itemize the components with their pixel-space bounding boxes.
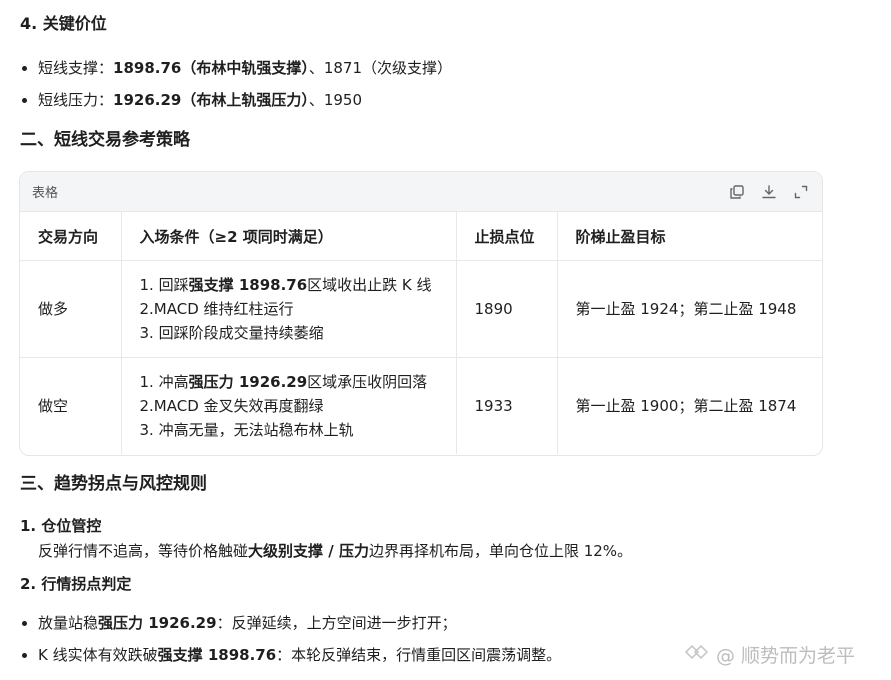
cell-take-profit: 第一止盈 1924；第二止盈 1948 bbox=[557, 260, 822, 358]
cell-conditions: 1. 冲高强压力 1926.29区域承压收阴回落 2.MACD 金叉失效再度翻绿… bbox=[121, 357, 457, 454]
body-emphasis: 大级别支撑 / 压力 bbox=[248, 542, 369, 560]
page: 4. 关键价位 短线支撑：1898.76（布林中轨强支撑）、1871（次级支撑）… bbox=[0, 0, 891, 680]
download-icon[interactable] bbox=[760, 183, 778, 201]
bullet-key-level: 强支撑 1898.76 bbox=[157, 646, 277, 664]
ordered-item-turning-point: 2. 行情拐点判定 bbox=[20, 572, 131, 596]
condition-line: 3. 冲高无量，无法站稳布林上轨 bbox=[139, 421, 354, 439]
strategy-table: 交易方向 入场条件（≥2 项同时满足） 止损点位 阶梯止盈目标 做多 1. 回踩… bbox=[20, 212, 822, 454]
bullet-text: ：反弹延续，上方空间进一步打开； bbox=[216, 614, 457, 632]
condition-key-level: 强压力 1926.29 bbox=[188, 373, 308, 391]
cell-direction: 做空 bbox=[20, 357, 122, 454]
table-toolbar bbox=[728, 183, 810, 201]
item-title: 1. 仓位管控 bbox=[20, 517, 102, 535]
bullet-text: ：本轮反弹结束，行情重回区间震荡调整。 bbox=[276, 646, 562, 664]
ordered-item-position-control: 1. 仓位管控 反弹行情不追高，等待价格触碰大级别支撑 / 压力边界再择机布局，… bbox=[20, 514, 632, 564]
condition-line: 3. 回踩阶段成交量持续萎缩 bbox=[139, 324, 324, 342]
bullet-key-level: 强压力 1926.29 bbox=[98, 614, 217, 632]
support-main: 1898.76（布林中轨强支撑） bbox=[113, 59, 309, 77]
header-take-profit: 阶梯止盈目标 bbox=[557, 212, 822, 261]
header-direction: 交易方向 bbox=[20, 212, 122, 261]
section-title-strategy: 二、短线交易参考策略 bbox=[20, 130, 190, 150]
watermark: @ 顺势而为老平 bbox=[684, 641, 855, 668]
cell-stop-loss: 1933 bbox=[456, 357, 558, 454]
cell-stop-loss: 1890 bbox=[456, 260, 558, 358]
support-prefix: 短线支撑： bbox=[38, 59, 114, 77]
condition-text: 区域承压收阴回落 bbox=[307, 373, 428, 391]
condition-line: 1. 回踩强支撑 1898.76区域收出止跌 K 线 bbox=[140, 273, 438, 297]
header-stop-loss: 止损点位 bbox=[456, 212, 558, 261]
table-row: 做多 1. 回踩强支撑 1898.76区域收出止跌 K 线 2.MACD 维持红… bbox=[20, 260, 822, 358]
body-text: 边界再择机布局，单向仓位上限 12%。 bbox=[368, 542, 633, 560]
condition-line: 1. 冲高强压力 1926.29区域承压收阴回落 bbox=[140, 370, 438, 394]
item-title: 2. 行情拐点判定 bbox=[20, 575, 132, 593]
turning-point-list: 放量站稳强压力 1926.29：反弹延续，上方空间进一步打开； K 线实体有效跌… bbox=[20, 607, 561, 671]
support-secondary: 、1871（次级支撑） bbox=[308, 59, 453, 77]
resistance-prefix: 短线压力： bbox=[38, 91, 114, 109]
condition-text: 1. 冲高 bbox=[139, 373, 189, 391]
cell-conditions: 1. 回踩强支撑 1898.76区域收出止跌 K 线 2.MACD 维持红柱运行… bbox=[121, 260, 457, 358]
bullet-text: 放量站稳 bbox=[38, 614, 99, 632]
condition-line: 2.MACD 金叉失效再度翻绿 bbox=[139, 397, 324, 415]
resistance-secondary: 、1950 bbox=[308, 91, 363, 109]
bullet-text: K 线实体有效跌破 bbox=[38, 646, 158, 664]
condition-text: 1. 回踩 bbox=[139, 276, 189, 294]
body-text: 反弹行情不追高，等待价格触碰 bbox=[38, 542, 249, 560]
cell-direction: 做多 bbox=[20, 260, 122, 358]
section-title-risk-control: 三、趋势拐点与风控规则 bbox=[20, 474, 207, 494]
item-body: 反弹行情不追高，等待价格触碰大级别支撑 / 压力边界再择机布局，单向仓位上限 1… bbox=[20, 538, 632, 564]
watermark-text: @ 顺势而为老平 bbox=[716, 645, 856, 667]
strategy-table-card: 表格 交易方向 入场条件（≥2 项同时满足） 止损点位 阶梯止盈目标 做多 1.… bbox=[19, 171, 823, 456]
condition-text: 区域收出止跌 K 线 bbox=[307, 276, 432, 294]
watermark-logo-icon bbox=[684, 641, 710, 668]
table-header-row: 交易方向 入场条件（≥2 项同时满足） 止损点位 阶梯止盈目标 bbox=[20, 212, 822, 261]
resistance-main: 1926.29（布林上轨强压力） bbox=[113, 91, 309, 109]
header-entry-conditions: 入场条件（≥2 项同时满足） bbox=[121, 212, 457, 261]
key-levels-list: 短线支撑：1898.76（布林中轨强支撑）、1871（次级支撑） 短线压力：19… bbox=[20, 52, 452, 116]
copy-icon[interactable] bbox=[728, 183, 746, 201]
table-card-header: 表格 bbox=[20, 172, 822, 212]
condition-key-level: 强支撑 1898.76 bbox=[188, 276, 308, 294]
table-card-title: 表格 bbox=[32, 186, 59, 201]
list-item: 1. 仓位管控 反弹行情不追高，等待价格触碰大级别支撑 / 压力边界再择机布局，… bbox=[20, 514, 632, 564]
cell-take-profit: 第一止盈 1900；第二止盈 1874 bbox=[575, 397, 797, 415]
table-row: 做空 1. 冲高强压力 1926.29区域承压收阴回落 2.MACD 金叉失效再… bbox=[20, 357, 822, 454]
list-item-resistance: 短线压力：1926.29（布林上轨强压力）、1950 bbox=[20, 84, 452, 116]
condition-line: 2.MACD 维持红柱运行 bbox=[139, 300, 294, 318]
list-item-breakdown: K 线实体有效跌破强支撑 1898.76：本轮反弹结束，行情重回区间震荡调整。 bbox=[20, 639, 561, 671]
list-item-support: 短线支撑：1898.76（布林中轨强支撑）、1871（次级支撑） bbox=[20, 52, 452, 84]
list-item-breakout: 放量站稳强压力 1926.29：反弹延续，上方空间进一步打开； bbox=[20, 607, 561, 639]
section-title-key-levels: 4. 关键价位 bbox=[20, 14, 107, 33]
expand-icon[interactable] bbox=[792, 183, 810, 201]
list-item: 2. 行情拐点判定 bbox=[20, 572, 131, 596]
